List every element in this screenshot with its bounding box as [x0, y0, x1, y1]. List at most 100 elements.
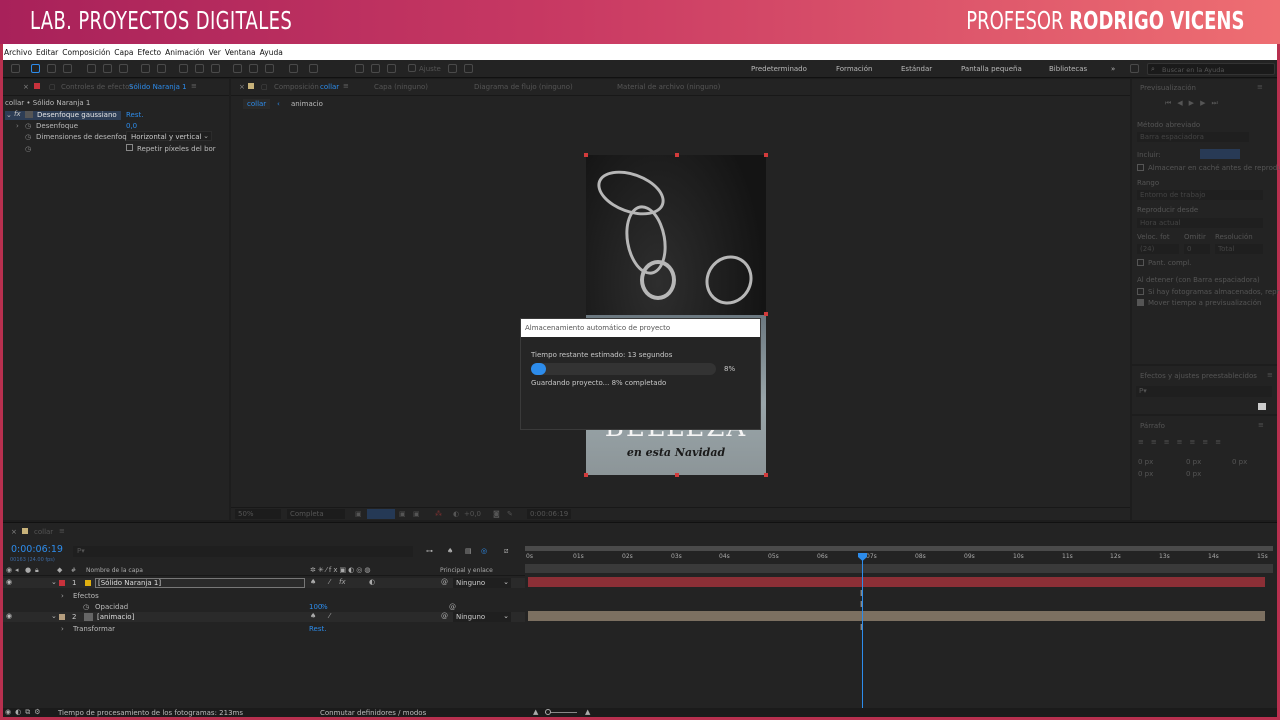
comp-mini-flowchart-icon[interactable]: ⊶	[426, 547, 433, 555]
transform-handle[interactable]	[764, 473, 768, 477]
expand-chevron-icon[interactable]: ›	[16, 122, 19, 130]
new-preset-icon[interactable]	[1258, 403, 1266, 410]
ajuste-checkbox[interactable]	[408, 64, 416, 72]
opacity-keyframe-marker[interactable]: I	[860, 589, 862, 598]
transform-label[interactable]: Transformar	[73, 625, 115, 633]
quality-switch-icon[interactable]: ⁄	[329, 612, 330, 620]
sync-settings-icon[interactable]	[1130, 64, 1139, 73]
viewer-timecode[interactable]: 0:00:06:19	[527, 509, 571, 519]
home-icon[interactable]	[11, 64, 20, 73]
panel-menu-icon[interactable]: ≡	[1257, 83, 1263, 91]
tab-material-archivo[interactable]: Material de archivo (ninguno)	[617, 83, 720, 91]
snap-extend-icon[interactable]	[387, 64, 396, 73]
selection-tool-icon[interactable]	[31, 64, 40, 73]
effects-tab-label[interactable]: Controles de efectos	[61, 83, 133, 91]
graph-editor-icon[interactable]: ⧄	[504, 547, 508, 556]
menu-ventana[interactable]: Ventana	[225, 48, 256, 57]
transform-handle[interactable]	[675, 473, 679, 477]
snap-grid-icon[interactable]	[448, 64, 457, 73]
comp-tab-name[interactable]: collar	[320, 83, 339, 91]
expression-pickwhip-icon[interactable]: @	[449, 603, 456, 611]
zoom-in-icon[interactable]: ▲	[585, 708, 590, 716]
skip-field[interactable]: 0	[1184, 244, 1210, 254]
workspace-overflow-icon[interactable]: »	[1111, 65, 1115, 73]
effects-tab-target[interactable]: Sólido Naranja 1	[129, 83, 187, 91]
menu-capa[interactable]: Capa	[114, 48, 133, 57]
cached-frames-checkbox[interactable]	[1137, 288, 1144, 295]
dolly-camera-icon[interactable]	[119, 64, 128, 73]
opacity-keyframe-marker[interactable]: I	[860, 600, 862, 609]
close-tab-icon[interactable]: ×	[11, 528, 17, 536]
brush-tool-icon[interactable]	[233, 64, 242, 73]
workspace-predeterminado[interactable]: Predeterminado	[751, 65, 807, 73]
video-switch-icon[interactable]: ◉	[6, 566, 12, 574]
rotate-tool-icon[interactable]	[141, 64, 150, 73]
zoom-out-icon[interactable]: ▲	[533, 708, 538, 716]
panel-menu-icon[interactable]: ≡	[343, 82, 349, 90]
workspace-estandar[interactable]: Estándar	[901, 65, 932, 73]
playback-controls-icon[interactable]: ⏮◀▶▶⏭	[1165, 99, 1224, 108]
work-area-bar[interactable]	[525, 546, 1273, 551]
close-tab-icon[interactable]: ×	[23, 83, 29, 91]
puppet-pin-icon[interactable]	[309, 64, 318, 73]
solo-switch-icon[interactable]: ●	[25, 566, 31, 574]
lock-icon[interactable]: ▢	[261, 83, 268, 91]
stopwatch-icon[interactable]: ◷	[25, 145, 31, 153]
comp-tab-label[interactable]: Composición	[274, 83, 319, 91]
include-toggle-icons[interactable]	[1200, 149, 1240, 159]
shy-switch-icon[interactable]: ♠	[310, 612, 316, 620]
play-from-dropdown[interactable]: Hora actual	[1137, 218, 1263, 228]
shy-switch-icon[interactable]: ♠	[310, 578, 316, 586]
text-tool-icon[interactable]	[211, 64, 220, 73]
layer-row[interactable]: ◉ ⌄ 2 [animacio] ♠ ⁄ @ Ninguno ⌄	[3, 612, 525, 622]
toggle-switches-modes[interactable]: Conmutar definidores / modos	[320, 709, 426, 717]
label-color-swatch[interactable]	[59, 580, 65, 586]
timeline-search-input[interactable]: P▾	[73, 546, 413, 557]
expand-chevron-icon[interactable]: ›	[61, 625, 64, 633]
fx-switch-icon[interactable]: fx	[339, 578, 346, 586]
transform-handle[interactable]	[675, 153, 679, 157]
status-bar-icons[interactable]: ◉◐⧉⚙	[5, 708, 45, 717]
lock-switch-icon[interactable]: 🔒︎	[35, 566, 39, 575]
indent-left-field[interactable]: 0 px	[1138, 458, 1153, 466]
pan-camera-icon[interactable]	[103, 64, 112, 73]
range-dropdown[interactable]: Entorno de trabajo	[1137, 190, 1263, 200]
fx-icon[interactable]: fx	[14, 110, 21, 118]
mask-shape-icon[interactable]	[179, 64, 188, 73]
menu-animacion[interactable]: Animación	[165, 48, 204, 57]
cache-checkbox[interactable]	[1137, 164, 1144, 171]
panel-menu-icon[interactable]: ≡	[59, 527, 65, 535]
resolution-dropdown[interactable]: Completa	[287, 509, 345, 519]
effects-group-label[interactable]: Efectos	[73, 592, 99, 600]
transform-handle[interactable]	[584, 473, 588, 477]
snap-edges-icon[interactable]	[464, 64, 473, 73]
eye-icon[interactable]: ◉	[6, 578, 12, 586]
show-snapshot-icon[interactable]: ✎	[507, 510, 513, 518]
timeline-timecode[interactable]: 0:00:06:19	[11, 544, 63, 555]
column-layer-name[interactable]: Nombre de la capa	[86, 567, 143, 574]
collapse-chevron-icon[interactable]: ⌄	[51, 612, 57, 620]
stopwatch-icon[interactable]: ◷	[83, 603, 89, 611]
breadcrumb-animacio[interactable]: animacio	[291, 100, 323, 108]
shy-layers-icon[interactable]: ♠	[447, 547, 453, 555]
hand-tool-icon[interactable]	[47, 64, 56, 73]
exposure-icon[interactable]: ◐	[453, 510, 459, 518]
anchor-point-icon[interactable]	[157, 64, 166, 73]
res-dropdown[interactable]: Total	[1215, 244, 1263, 254]
exposure-value[interactable]: +0,0	[464, 510, 481, 518]
workspace-formacion[interactable]: Formación	[836, 65, 872, 73]
stopwatch-icon[interactable]: ◷	[25, 122, 31, 130]
fps-dropdown[interactable]: (24)	[1137, 244, 1179, 254]
eraser-tool-icon[interactable]	[265, 64, 274, 73]
mask-visibility-icon[interactable]: ▣	[399, 510, 406, 518]
transform-keyframe-marker[interactable]: I	[860, 623, 862, 632]
menu-editar[interactable]: Editar	[36, 48, 58, 57]
layer-bar-animacio[interactable]	[528, 611, 1265, 621]
zoom-tool-icon[interactable]	[63, 64, 72, 73]
pen-tool-icon[interactable]	[195, 64, 204, 73]
layer-name[interactable]: [Sólido Naranja 1]	[95, 578, 305, 588]
breadcrumb-collar[interactable]: collar	[243, 99, 271, 109]
frame-blending-icon[interactable]: ▤	[465, 547, 472, 555]
clone-stamp-icon[interactable]	[249, 64, 258, 73]
region-icon[interactable]: ▣	[355, 510, 362, 518]
